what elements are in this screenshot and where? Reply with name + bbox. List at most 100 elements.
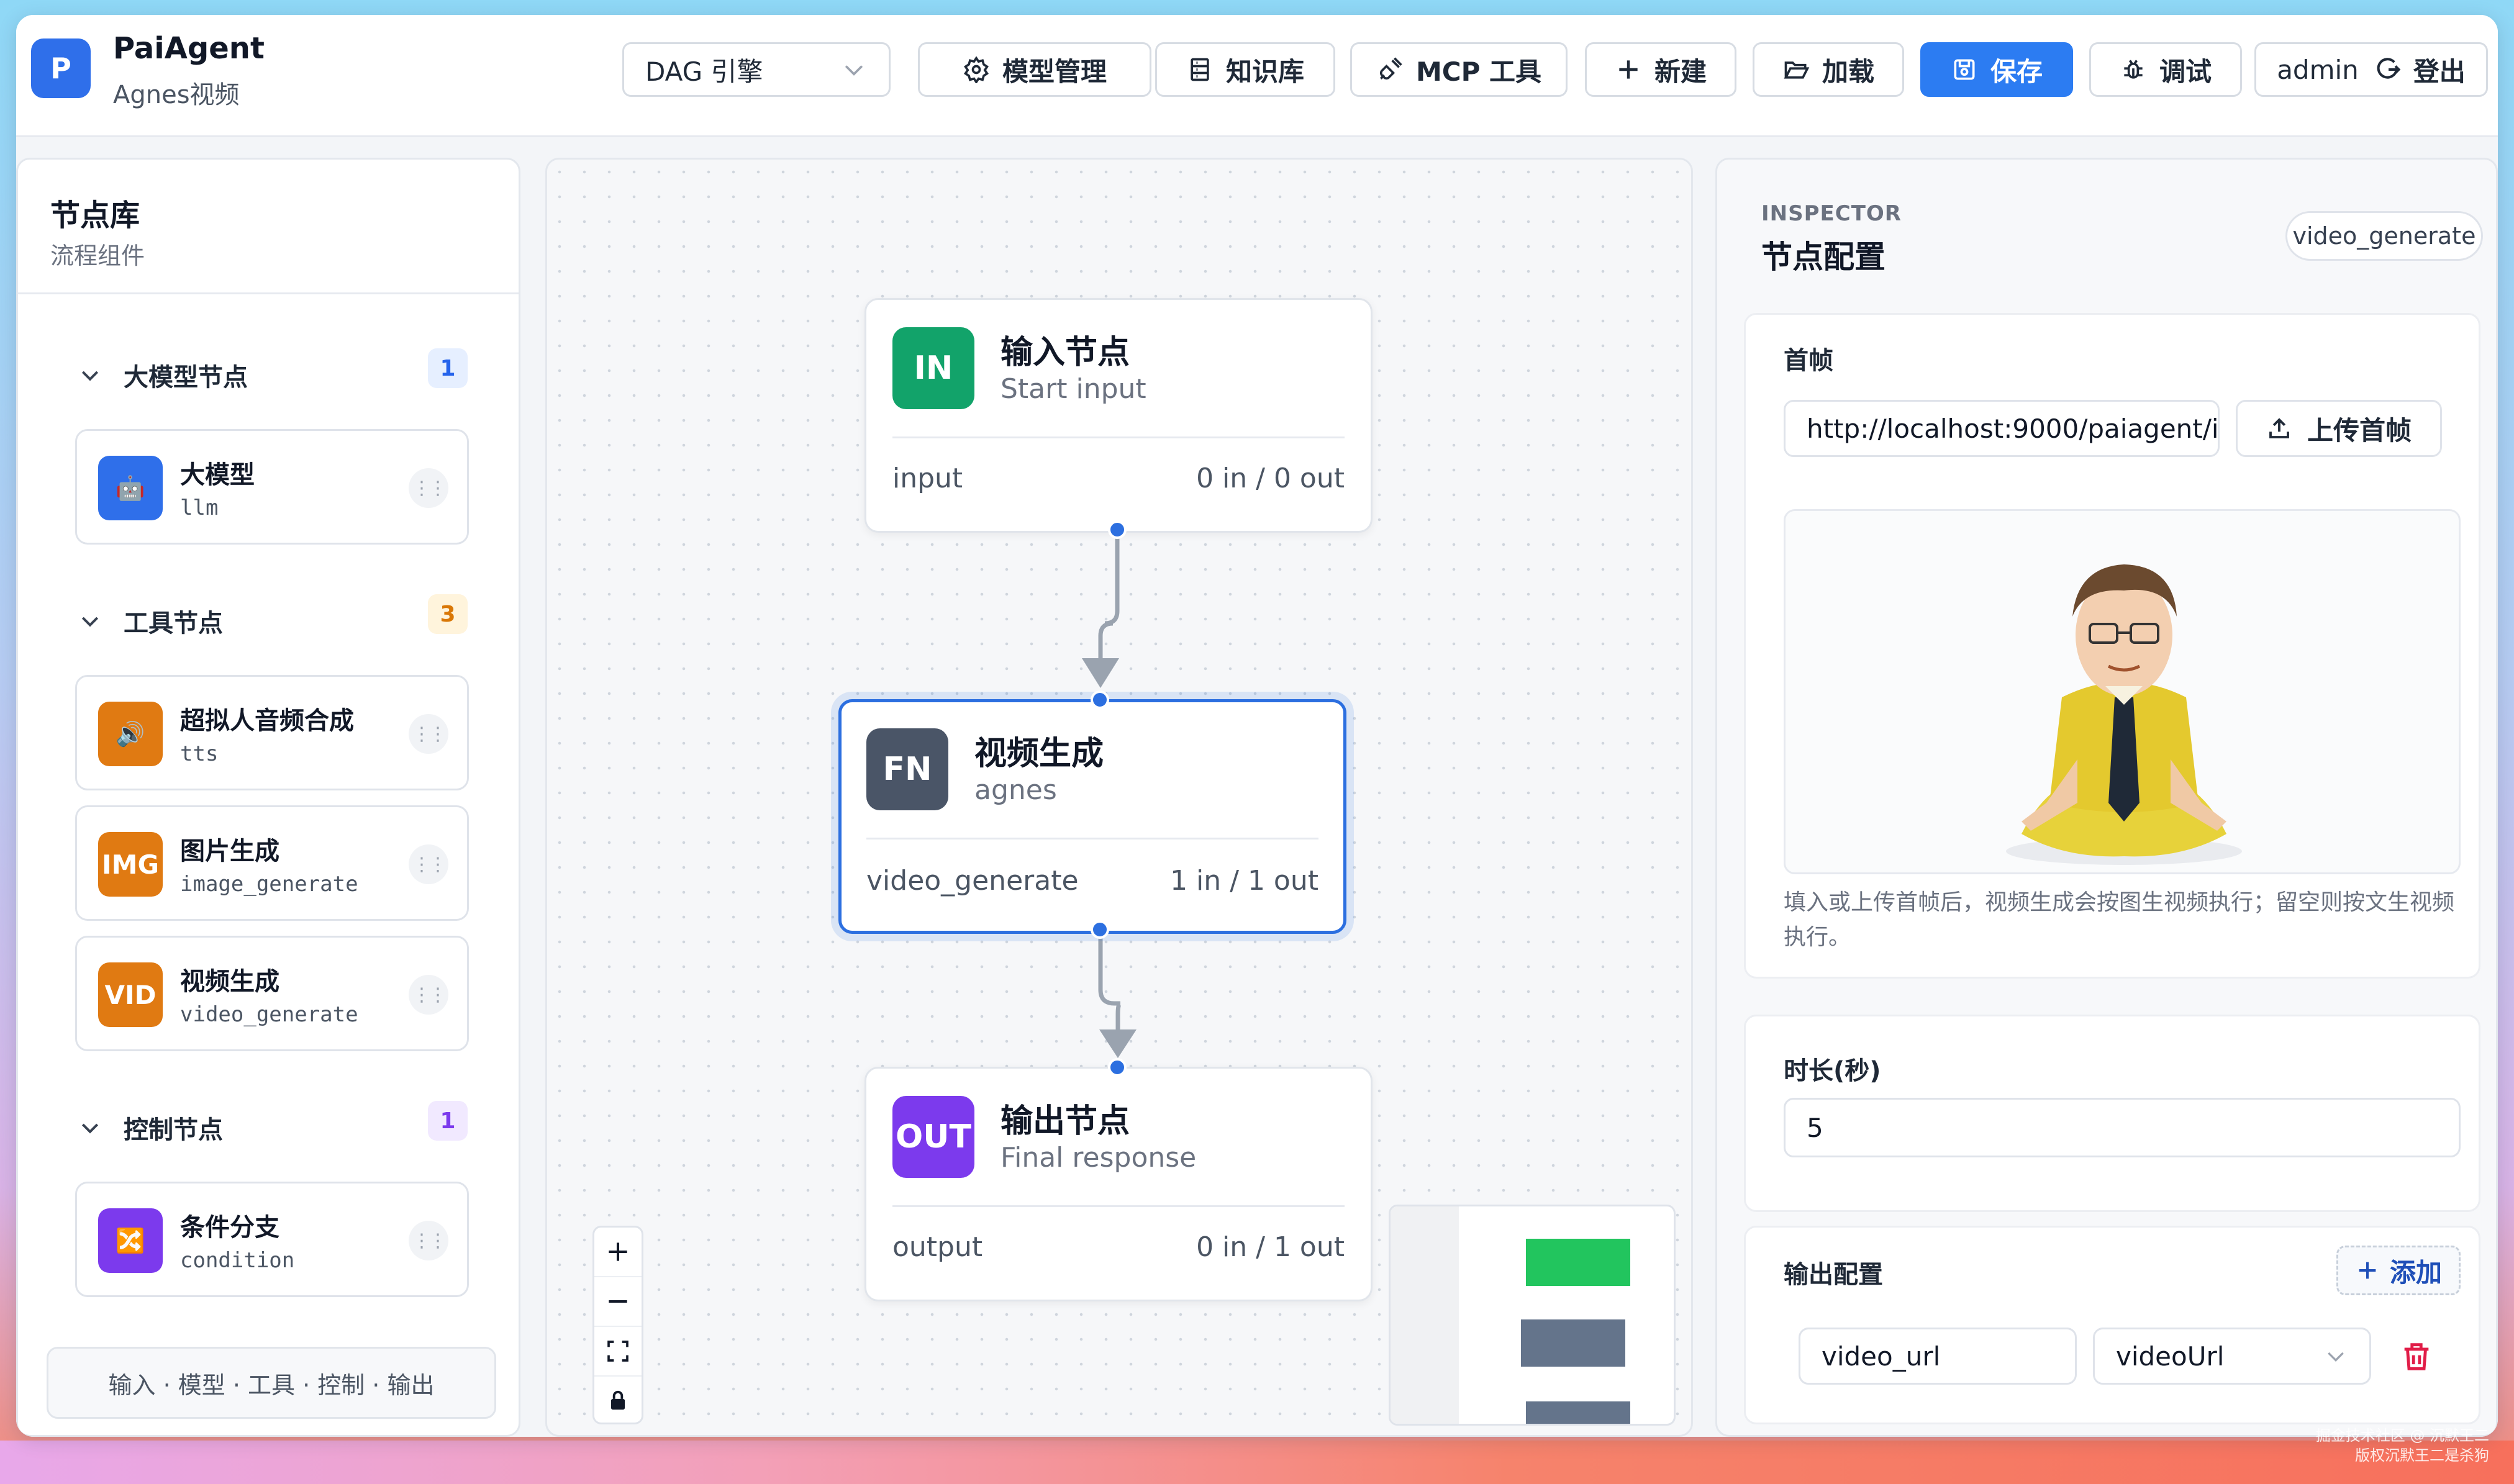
node-title: 视频生成 xyxy=(974,735,1104,772)
folder-open-icon xyxy=(1784,61,1810,79)
engine-select-value: DAG 引擎 xyxy=(645,56,763,87)
upload-first-frame-button[interactable]: 上传首帧 xyxy=(2236,400,2442,457)
input-handle[interactable] xyxy=(1091,690,1109,709)
model-management-label: 模型管理 xyxy=(1002,56,1107,87)
node-card-image-generate[interactable]: IMG 图片生成 image_generate ⋮⋮ xyxy=(75,805,469,921)
flow-node-video-generate[interactable]: FN 视频生成 agnes video_generate 1 in / 1 ou… xyxy=(838,699,1346,934)
delete-output-icon[interactable] xyxy=(2398,1339,2435,1375)
node-key: video_generate xyxy=(866,865,1079,897)
node-card-condition[interactable]: 🔀 条件分支 condition ⋮⋮ xyxy=(75,1182,469,1297)
drag-handle-icon[interactable]: ⋮⋮ xyxy=(409,844,448,884)
background-gradient xyxy=(0,1441,2514,1484)
knowledge-base-button[interactable]: 知识库 xyxy=(1155,42,1335,97)
plus-icon xyxy=(2359,1262,2376,1279)
node-card-code: condition xyxy=(180,1248,295,1273)
canvas-minimap[interactable] xyxy=(1389,1205,1676,1426)
app-subtitle: Agnes视频 xyxy=(113,81,240,109)
lock-icon xyxy=(610,1390,625,1410)
group-label: 工具节点 xyxy=(124,609,223,638)
node-subtitle: Final response xyxy=(1001,1142,1197,1174)
flow-node-input[interactable]: IN 输入节点 Start input input 0 in / 0 out xyxy=(864,298,1373,533)
save-button[interactable]: 保存 xyxy=(1920,42,2073,97)
node-library-subtitle: 流程组件 xyxy=(50,242,145,269)
load-button[interactable]: 加载 xyxy=(1753,42,1904,97)
input-handle[interactable] xyxy=(1108,1058,1127,1077)
upload-label: 上传首帧 xyxy=(2307,415,2412,446)
image-icon: IMG xyxy=(98,832,163,897)
bug-icon xyxy=(2124,60,2143,79)
zoom-out-button[interactable] xyxy=(594,1277,642,1327)
group-count-badge: 3 xyxy=(428,594,468,634)
minimap-node xyxy=(1521,1319,1625,1367)
chevron-down-icon xyxy=(81,1123,99,1134)
drag-handle-icon[interactable]: ⋮⋮ xyxy=(409,1221,448,1260)
drag-handle-icon[interactable]: ⋮⋮ xyxy=(409,468,448,508)
minimap-viewport-mask xyxy=(1391,1206,1459,1424)
node-card-code: image_generate xyxy=(180,872,358,897)
output-handle[interactable] xyxy=(1108,520,1127,539)
first-frame-help-text: 填入或上传首帧后，视频生成会按图生视频执行；留空则按文生视频执行。 xyxy=(1784,890,2455,950)
node-card-tts[interactable]: 🔊 超拟人音频合成 tts ⋮⋮ xyxy=(75,675,469,790)
node-card-llm[interactable]: 🤖 大模型 llm ⋮⋮ xyxy=(75,429,469,545)
zoom-in-button[interactable] xyxy=(594,1228,642,1277)
new-label: 新建 xyxy=(1654,56,1707,87)
duration-input[interactable]: 5 xyxy=(1784,1098,2461,1157)
divider xyxy=(18,292,519,294)
node-card-name: 超拟人音频合成 xyxy=(180,707,354,735)
watermark-line: 版权沉默王二是杀狗 xyxy=(2355,1447,2489,1464)
lock-button[interactable] xyxy=(594,1377,642,1425)
output-name-input[interactable]: video_url xyxy=(1799,1328,2077,1385)
save-icon xyxy=(1954,59,1975,80)
output-source-select[interactable]: videoUrl xyxy=(2093,1328,2371,1385)
watermark-line: 掘金技术社区 @ 沉默王二 xyxy=(2315,1427,2489,1444)
user-menu: admin 登出 xyxy=(2254,42,2488,97)
watermark: 掘金技术社区 @ 沉默王二 版权沉默王二是杀狗 xyxy=(2316,1426,2489,1465)
node-type-badge: IN xyxy=(892,327,974,409)
drag-handle-icon[interactable]: ⋮⋮ xyxy=(409,975,448,1015)
chevron-down-icon xyxy=(2328,1352,2344,1362)
group-header-llm[interactable]: 大模型节点 xyxy=(78,357,248,393)
add-output-button[interactable]: 添加 xyxy=(2336,1246,2461,1295)
mcp-tools-button[interactable]: MCP 工具 xyxy=(1350,42,1568,97)
model-management-button[interactable]: 模型管理 xyxy=(918,42,1151,97)
flow-node-output[interactable]: OUT 输出节点 Final response output 0 in / 1 … xyxy=(864,1067,1373,1301)
node-card-video-generate[interactable]: VID 视频生成 video_generate ⋮⋮ xyxy=(75,936,469,1051)
load-label: 加载 xyxy=(1822,56,1874,87)
knowledge-base-label: 知识库 xyxy=(1225,56,1304,87)
first-frame-url-input[interactable]: http://localhost:9000/paiagent/i xyxy=(1784,400,2220,457)
new-button[interactable]: 新建 xyxy=(1585,42,1736,97)
chevron-down-icon xyxy=(81,617,99,627)
node-io-count: 0 in / 1 out xyxy=(1196,1231,1345,1263)
plug-icon xyxy=(1379,57,1402,80)
group-count-badge: 1 xyxy=(428,1101,468,1141)
first-frame-label: 首帧 xyxy=(1784,346,1833,375)
group-header-control[interactable]: 控制节点 xyxy=(78,1110,223,1146)
add-label: 添加 xyxy=(2389,1257,2442,1288)
divider xyxy=(892,437,1345,438)
save-label: 保存 xyxy=(1990,56,2043,87)
debug-label: 调试 xyxy=(2159,56,2212,87)
plus-icon xyxy=(609,1242,627,1261)
shuffle-icon: 🔀 xyxy=(98,1208,163,1273)
minus-icon xyxy=(609,1300,627,1303)
group-header-tools[interactable]: 工具节点 xyxy=(78,603,223,639)
node-key: output xyxy=(892,1231,983,1263)
node-category-legend: 输入 · 模型 · 工具 · 控制 · 输出 xyxy=(47,1347,496,1419)
logout-button[interactable]: 登出 xyxy=(2375,51,2466,89)
node-card-code: llm xyxy=(180,495,219,520)
debug-button[interactable]: 调试 xyxy=(2089,42,2242,97)
output-handle[interactable] xyxy=(1091,920,1109,939)
fit-view-button[interactable] xyxy=(594,1327,642,1377)
node-library-title: 节点库 xyxy=(50,198,140,233)
minimap-node xyxy=(1526,1401,1630,1424)
canvas-zoom-controls xyxy=(592,1226,643,1424)
username: admin xyxy=(2277,54,2359,85)
engine-select[interactable]: DAG 引擎 xyxy=(622,42,891,97)
output-source-value: videoUrl xyxy=(2116,1341,2225,1372)
upload-icon xyxy=(2269,418,2289,438)
node-card-name: 条件分支 xyxy=(180,1213,279,1242)
app-logo: P xyxy=(31,38,91,98)
drag-handle-icon[interactable]: ⋮⋮ xyxy=(409,714,448,754)
output-config-label: 输出配置 xyxy=(1784,1260,1883,1289)
video-icon: VID xyxy=(98,962,163,1027)
